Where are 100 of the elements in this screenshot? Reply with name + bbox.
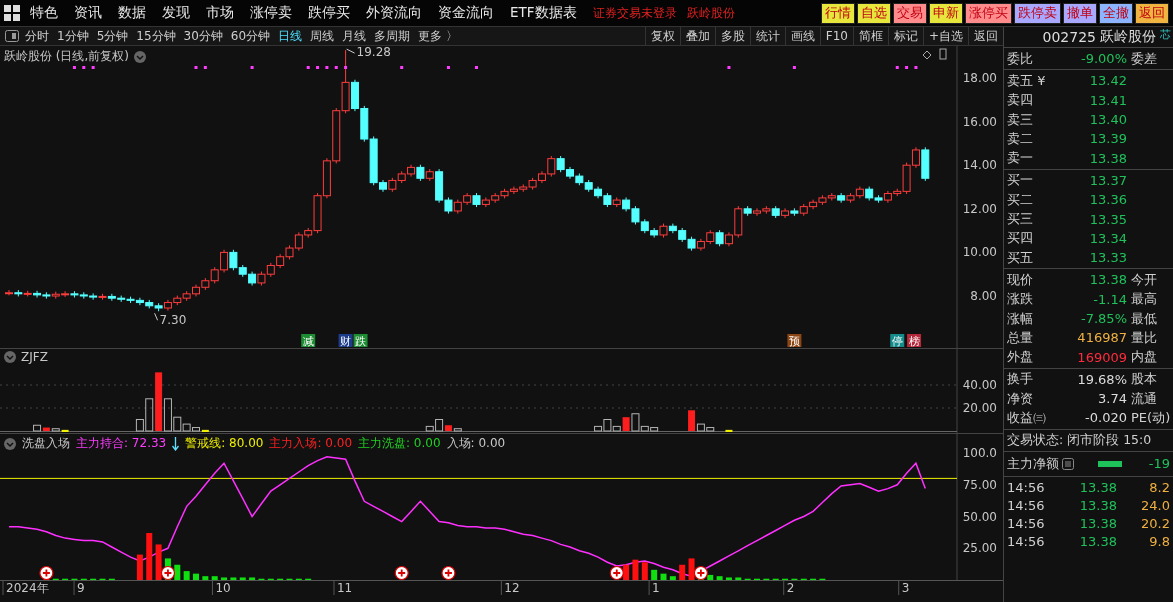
quote-label: 委差 <box>1131 49 1157 68</box>
candlestick <box>332 107 341 164</box>
quote-value: 416987 <box>1076 330 1127 346</box>
candlestick <box>818 194 827 206</box>
menu-item[interactable]: 外资流向 <box>366 4 422 22</box>
chevron-down-icon[interactable] <box>134 50 146 63</box>
period-tab[interactable]: 月线 <box>342 27 367 45</box>
candlestick <box>696 238 705 252</box>
quote-label: 卖一 <box>1007 149 1034 168</box>
quick-button[interactable]: 行情 <box>821 2 855 24</box>
menu-item[interactable]: 资金流向 <box>438 4 494 22</box>
candlestick <box>79 291 88 300</box>
event-tag[interactable]: 跌 <box>353 334 368 348</box>
menu-item[interactable]: 资讯 <box>74 4 102 22</box>
event-tag[interactable]: 财 <box>338 334 353 348</box>
period-tab[interactable]: 多周期 <box>374 27 411 45</box>
date-label: 12 <box>504 581 520 595</box>
period-tab[interactable]: 日线 <box>278 27 303 45</box>
period-tab[interactable]: 1分钟 <box>57 27 89 45</box>
tick-volume: 24.0 <box>1140 498 1171 514</box>
quote-label: 总量 <box>1007 328 1034 347</box>
candlestick <box>397 170 406 184</box>
axis-label: 40.00 <box>962 378 997 392</box>
period-tab[interactable]: 60分钟 <box>230 27 271 45</box>
date-label: 9 <box>77 581 85 595</box>
axis-label: 10.00 <box>962 245 997 260</box>
quote-value: 13.40 <box>1088 112 1127 128</box>
legend-value: 警戒线: 80.00 <box>185 435 264 452</box>
stock-name: 跃岭股份 <box>1100 28 1156 46</box>
menu-item[interactable]: ETF数据表 <box>510 4 577 22</box>
event-tag[interactable]: 预 <box>787 334 802 348</box>
tick-price: 13.38 <box>1078 516 1117 532</box>
quote-label: 内盘 <box>1131 348 1157 367</box>
tick-time: 14:56 <box>1007 480 1046 496</box>
menu-item[interactable]: 跌停买 <box>308 4 350 22</box>
list-icon[interactable] <box>1062 457 1074 470</box>
candlestick <box>622 196 631 212</box>
candlestick <box>416 164 425 182</box>
candlestick <box>182 290 191 302</box>
axis-label: 16.00 <box>962 114 997 129</box>
candlestick <box>481 196 490 208</box>
candlestick <box>89 292 98 301</box>
event-tag[interactable]: 榜 <box>907 334 922 348</box>
stock-code: 002725 <box>1042 29 1096 45</box>
candlestick <box>257 271 266 287</box>
legend-value: 主力持合: 72.33 <box>76 435 167 452</box>
quote-label: 流通 <box>1131 389 1157 408</box>
concept-label: 芯 <box>1160 27 1171 42</box>
candlestick <box>201 277 210 291</box>
diamond-icon[interactable] <box>922 50 932 60</box>
tick-mark <box>211 580 213 596</box>
candlestick <box>285 244 294 260</box>
candlestick <box>584 179 593 193</box>
menu-item[interactable]: 特色 <box>30 4 58 22</box>
menu-item[interactable]: 发现 <box>162 4 190 22</box>
period-tab[interactable]: 15分钟 <box>136 27 176 45</box>
candlestick <box>509 186 518 195</box>
candlestick <box>631 205 640 225</box>
candlestick <box>491 192 500 204</box>
quick-button[interactable]: 申新 <box>929 2 963 24</box>
axis-label: 100.0 <box>962 446 997 460</box>
quote-value: 13.39 <box>1088 131 1127 147</box>
quote-label: 最低 <box>1131 309 1157 328</box>
quote-label: 最高 <box>1131 290 1157 309</box>
quote-value: 13.41 <box>1088 92 1127 108</box>
candlestick <box>528 177 537 191</box>
axis-label: 50.00 <box>962 509 997 524</box>
period-tab[interactable]: 更多 〉 <box>418 27 458 45</box>
candlestick <box>276 253 285 269</box>
scroll-handle[interactable] <box>939 48 947 60</box>
event-tag[interactable]: 停 <box>890 334 905 348</box>
quote-label: 买三 <box>1007 210 1034 228</box>
candlestick <box>855 186 864 199</box>
quote-value: 13.38 <box>1088 150 1127 166</box>
chevron-down-icon[interactable] <box>4 437 16 450</box>
candlestick <box>519 183 528 193</box>
period-tab[interactable]: 30分钟 <box>183 27 223 45</box>
panel-toggle-icon[interactable] <box>5 30 19 42</box>
event-tag[interactable]: 减 <box>301 334 316 348</box>
menu-item[interactable]: 市场 <box>206 4 234 22</box>
period-tab[interactable]: 周线 <box>310 27 335 45</box>
chevron-down-icon[interactable] <box>4 351 16 363</box>
period-tab[interactable]: 分时 <box>25 27 49 45</box>
axis-label: 8.00 <box>970 289 997 303</box>
quick-button[interactable]: 返回 <box>1135 2 1169 24</box>
grid-icon[interactable] <box>4 5 20 21</box>
menu-item[interactable]: 涨停卖 <box>250 4 292 22</box>
quote-value: -0.020 <box>1084 410 1127 426</box>
legend-value: 主力洗盘: 0.00 <box>358 435 441 452</box>
indicator-title: 洗盘入场 <box>22 435 70 452</box>
candlestick <box>575 173 584 186</box>
quick-button[interactable]: 自选 <box>857 2 891 24</box>
quote-label: 涨跌 <box>1007 290 1034 309</box>
menu-item[interactable]: 数据 <box>118 4 146 22</box>
axis-label: 20.00 <box>962 401 997 415</box>
candlestick <box>210 266 219 284</box>
period-tab[interactable]: 5分钟 <box>96 27 129 45</box>
quote-label: 买二 <box>1007 190 1034 209</box>
quote-value: 169009 <box>1076 349 1127 365</box>
legend-value: 入场: 0.00 <box>446 435 506 452</box>
